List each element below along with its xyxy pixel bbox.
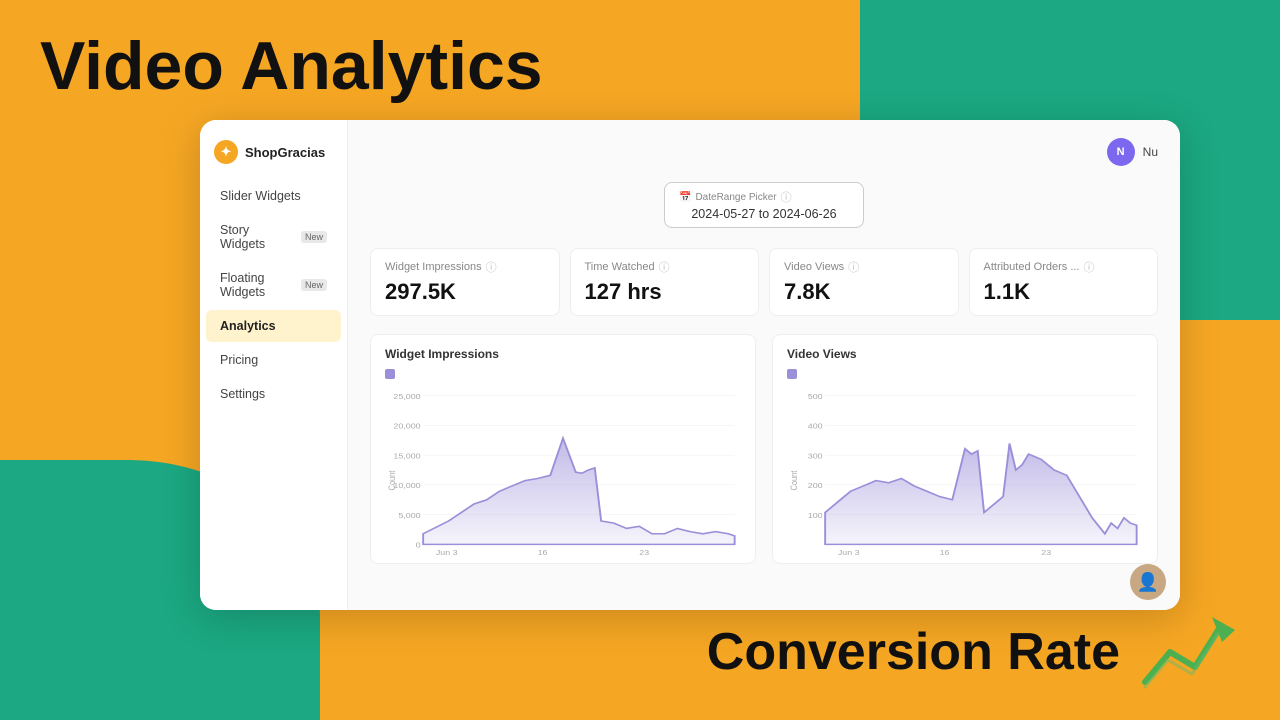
chart-legend <box>787 369 1143 379</box>
svg-text:100: 100 <box>808 511 823 519</box>
stat-value: 297.5K <box>385 279 545 305</box>
legend-dot <box>787 369 797 379</box>
chart-video-views: Video Views 500 400 <box>772 334 1158 564</box>
badge-new: New <box>301 231 327 243</box>
sidebar-logo: ✦ ShopGracias <box>200 132 347 180</box>
svg-text:25,000: 25,000 <box>393 392 421 400</box>
date-picker-label: 📅 DateRange Picker ⓘ <box>679 189 849 205</box>
info-icon: ⓘ <box>1083 259 1094 275</box>
user-avatar[interactable]: N <box>1107 138 1135 166</box>
sidebar-nav: Slider Widgets Story Widgets New Floatin… <box>200 180 347 410</box>
svg-text:20,000: 20,000 <box>393 422 421 430</box>
chart-widget-impressions: Widget Impressions 25,000 <box>370 334 756 564</box>
svg-text:400: 400 <box>808 422 823 430</box>
svg-text:16: 16 <box>538 549 548 555</box>
sidebar-item-analytics[interactable]: Analytics <box>206 310 341 342</box>
svg-text:23: 23 <box>639 549 649 555</box>
info-icon: ⓘ <box>781 189 792 205</box>
stat-value: 1.1K <box>984 279 1144 305</box>
conversion-label: Conversion Rate <box>707 622 1120 682</box>
sidebar-item-label: Floating Widgets <box>220 271 294 299</box>
sidebar-item-story-widgets[interactable]: Story Widgets New <box>206 214 341 260</box>
chart-area-views: 500 400 300 200 100 Count <box>787 385 1143 555</box>
sidebar: ✦ ShopGracias Slider Widgets Story Widge… <box>200 120 348 610</box>
logo-text: ShopGracias <box>245 145 325 160</box>
date-picker[interactable]: 📅 DateRange Picker ⓘ 2024-05-27 to 2024-… <box>664 182 864 228</box>
stat-card-video-views: Video Views ⓘ 7.8K <box>769 248 959 316</box>
user-name: Nu <box>1143 145 1158 159</box>
sidebar-item-pricing[interactable]: Pricing <box>206 344 341 376</box>
stat-label: Widget Impressions ⓘ <box>385 259 545 275</box>
chart-legend <box>385 369 741 379</box>
sidebar-item-slider-widgets[interactable]: Slider Widgets <box>206 180 341 212</box>
sidebar-item-label: Slider Widgets <box>220 189 301 203</box>
chart-area-impressions: 25,000 20,000 15,000 10,000 5,000 0 Coun… <box>385 385 741 555</box>
logo-icon: ✦ <box>214 140 238 164</box>
info-icon: ⓘ <box>486 259 497 275</box>
svg-text:200: 200 <box>808 482 823 490</box>
arrow-icon <box>1140 612 1240 692</box>
stats-row: Widget Impressions ⓘ 297.5K Time Watched… <box>370 248 1158 316</box>
chart-title: Video Views <box>787 347 1143 361</box>
badge-new-2: New <box>301 279 327 291</box>
impressions-svg: 25,000 20,000 15,000 10,000 5,000 0 Coun… <box>385 385 741 555</box>
svg-text:5,000: 5,000 <box>398 511 421 519</box>
stat-card-impressions: Widget Impressions ⓘ 297.5K <box>370 248 560 316</box>
svg-text:10,000: 10,000 <box>393 482 421 490</box>
info-icon: ⓘ <box>848 259 859 275</box>
stat-label: Attributed Orders ... ⓘ <box>984 259 1144 275</box>
svg-text:23: 23 <box>1041 549 1051 555</box>
svg-text:15,000: 15,000 <box>393 452 421 460</box>
svg-text:300: 300 <box>808 452 823 460</box>
date-picker-container: 📅 DateRange Picker ⓘ 2024-05-27 to 2024-… <box>370 182 1158 228</box>
svg-text:Count: Count <box>388 470 398 490</box>
header-bar: N Nu <box>370 138 1158 166</box>
views-svg: 500 400 300 200 100 Count <box>787 385 1143 555</box>
date-picker-value: 2024-05-27 to 2024-06-26 <box>679 207 849 221</box>
stat-value: 7.8K <box>784 279 944 305</box>
charts-row: Widget Impressions 25,000 <box>370 334 1158 564</box>
app-window: ✦ ShopGracias Slider Widgets Story Widge… <box>200 120 1180 610</box>
sidebar-item-label: Pricing <box>220 353 258 367</box>
stat-card-time-watched: Time Watched ⓘ 127 hrs <box>570 248 760 316</box>
bottom-avatar: 👤 <box>1130 564 1166 600</box>
sidebar-item-label: Analytics <box>220 319 276 333</box>
chart-title: Widget Impressions <box>385 347 741 361</box>
sidebar-item-label: Story Widgets <box>220 223 294 251</box>
svg-text:0: 0 <box>416 541 421 549</box>
sidebar-item-label: Settings <box>220 387 265 401</box>
stat-label: Time Watched ⓘ <box>585 259 745 275</box>
svg-text:Jun 3: Jun 3 <box>838 549 860 555</box>
stat-card-attributed-orders: Attributed Orders ... ⓘ 1.1K <box>969 248 1159 316</box>
stat-value: 127 hrs <box>585 279 745 305</box>
page-title: Video Analytics <box>40 32 543 100</box>
sidebar-item-settings[interactable]: Settings <box>206 378 341 410</box>
svg-text:16: 16 <box>940 549 950 555</box>
stat-label: Video Views ⓘ <box>784 259 944 275</box>
info-icon: ⓘ <box>659 259 670 275</box>
main-content: N Nu 📅 DateRange Picker ⓘ 2024-05-27 to … <box>348 120 1180 610</box>
legend-dot <box>385 369 395 379</box>
svg-text:Count: Count <box>790 470 800 490</box>
sidebar-item-floating-widgets[interactable]: Floating Widgets New <box>206 262 341 308</box>
svg-text:500: 500 <box>808 392 823 400</box>
calendar-icon: 📅 <box>679 192 691 203</box>
svg-text:Jun 3: Jun 3 <box>436 549 458 555</box>
user-section: N Nu <box>1107 138 1158 166</box>
